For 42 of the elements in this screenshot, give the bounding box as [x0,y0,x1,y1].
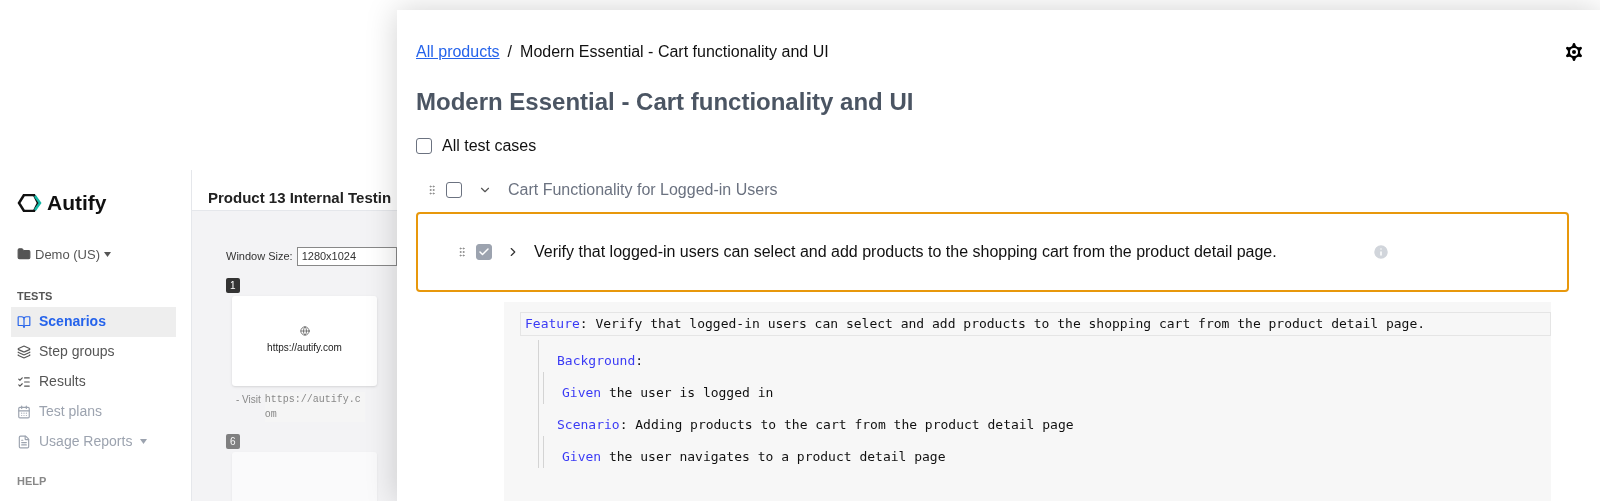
checkbox[interactable] [446,182,462,198]
section-heading: HELP [16,473,48,489]
section-heading: TESTS [16,289,54,304]
layers-icon [17,344,31,359]
gherkin-line: Given the user navigates to a product detail page [561,448,947,466]
page-title: Product 13 Internal Testin [208,189,392,206]
window-size-label: Window Size: [226,249,293,264]
step-number-badge: 1 [226,277,240,293]
drag-handle-icon[interactable] [426,183,438,197]
test-case-title: Verify that logged-in users can select and add products to the shopping cart from the product detail page. [534,242,1278,262]
step-caption: - Visit [236,392,261,407]
checklist-icon [17,374,31,389]
window-size-field[interactable]: 1280x1024 [296,247,397,266]
document-icon [17,434,31,449]
checkbox[interactable] [476,244,492,260]
gherkin-line: Background: [556,352,645,370]
breadcrumb-separator: / [507,42,513,62]
sidebar-item[interactable]: Step groups [11,336,176,367]
gherkin-line: Scenario: Adding products to the cart from the product detail page [556,416,1075,434]
page-heading: Modern Essential - Cart functionality and UI [416,87,915,117]
test-case-row[interactable]: Verify that logged-in users can select and add products to the shopping cart from the product detail page. [416,212,1569,292]
calendar-icon [17,404,31,419]
breadcrumb-current: Modern Essential - Cart functionality and UI [520,42,829,62]
sidebar-item[interactable]: Results [11,366,176,397]
checkbox[interactable] [416,138,432,154]
step-number-badge: 6 [226,433,240,449]
folder-icon [17,247,31,262]
caret-icon [104,251,111,257]
group-title: Cart Functionality for Logged-in Users [508,180,778,200]
sidebar-item[interactable]: Scenarios [11,306,176,337]
step-url: https://autify.com [267,341,342,355]
book-icon [17,314,31,329]
workspace-dropdown[interactable]: Demo (US) [11,244,191,264]
check-icon [478,246,490,258]
globe-icon [299,326,310,336]
drag-handle-icon[interactable] [456,245,468,259]
caret-icon [140,439,148,444]
logo-icon [17,193,43,212]
gherkin-line: Given the user is logged in [561,384,775,402]
logo-text: Autify [47,190,107,216]
checkbox-label: All test cases [442,136,537,156]
breadcrumb-link[interactable]: All products [416,40,500,64]
